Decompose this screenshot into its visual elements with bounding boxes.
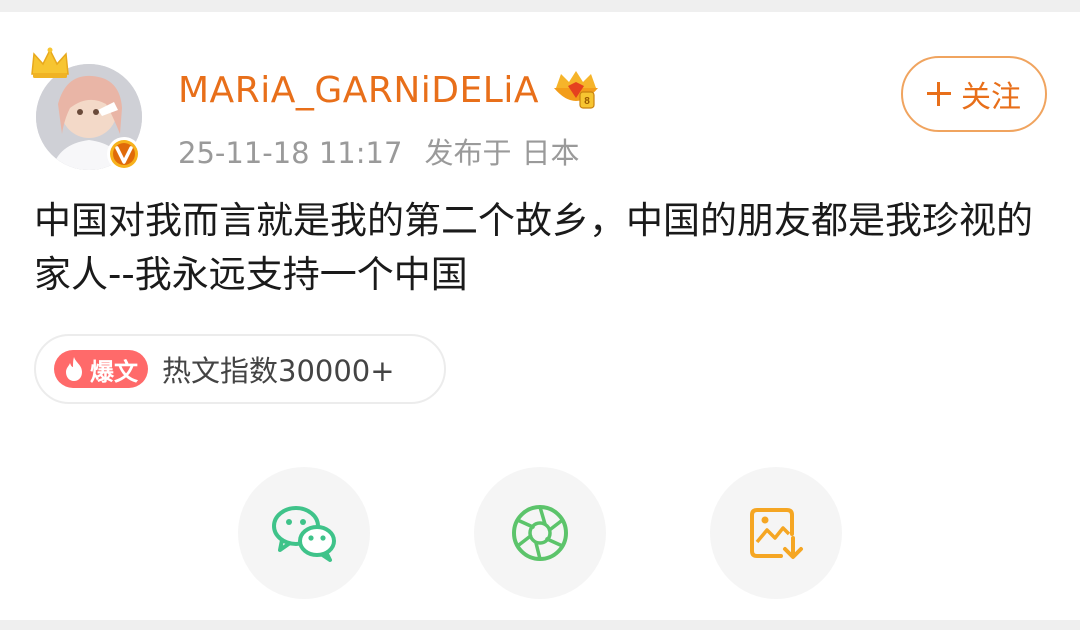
hot-article-badge[interactable]: 爆文 热文指数30000+ — [34, 334, 446, 404]
top-divider — [0, 0, 1080, 12]
post-card: MARiA_GARNiDELiA 8 25-11-18 11:17 发布于 日本 关… — [0, 12, 1080, 620]
verified-badge-icon — [107, 137, 141, 171]
follow-button[interactable]: 关注 — [901, 56, 1047, 132]
post-content: 中国对我而言就是我的第二个故乡，中国的朋友都是我珍视的家人--我永远支持一个中国 — [34, 199, 1033, 296]
share-wechat-button[interactable] — [238, 467, 370, 599]
plus-icon — [927, 82, 951, 106]
location-prefix: 发布于 — [424, 136, 512, 170]
post-location: 日本 — [521, 136, 580, 170]
follow-label: 关注 — [961, 80, 1021, 115]
hot-index-text: 热文指数30000+ — [162, 354, 395, 388]
share-moments-button[interactable] — [474, 467, 606, 599]
moments-icon — [512, 505, 568, 561]
save-image-button[interactable] — [710, 467, 842, 599]
username-row: MARiA_GARNiDELiA 8 — [178, 68, 601, 112]
post-timestamp: 25-11-18 11:17 — [178, 136, 403, 170]
save-image-icon — [750, 508, 803, 559]
username[interactable]: MARiA_GARNiDELiA — [178, 70, 539, 111]
crown-icon — [31, 47, 69, 78]
svg-text:8: 8 — [584, 96, 590, 107]
flame-icon — [66, 357, 82, 381]
vip-crown-icon[interactable]: 8 — [551, 68, 601, 112]
post-meta: 25-11-18 11:17 发布于 日本 — [178, 130, 579, 172]
hot-tag-label: 爆文 — [90, 357, 138, 386]
wechat-icon — [272, 506, 336, 562]
hot-tag: 爆文 — [54, 350, 148, 388]
user-avatar-group[interactable] — [31, 47, 144, 171]
bottom-divider — [0, 620, 1080, 630]
